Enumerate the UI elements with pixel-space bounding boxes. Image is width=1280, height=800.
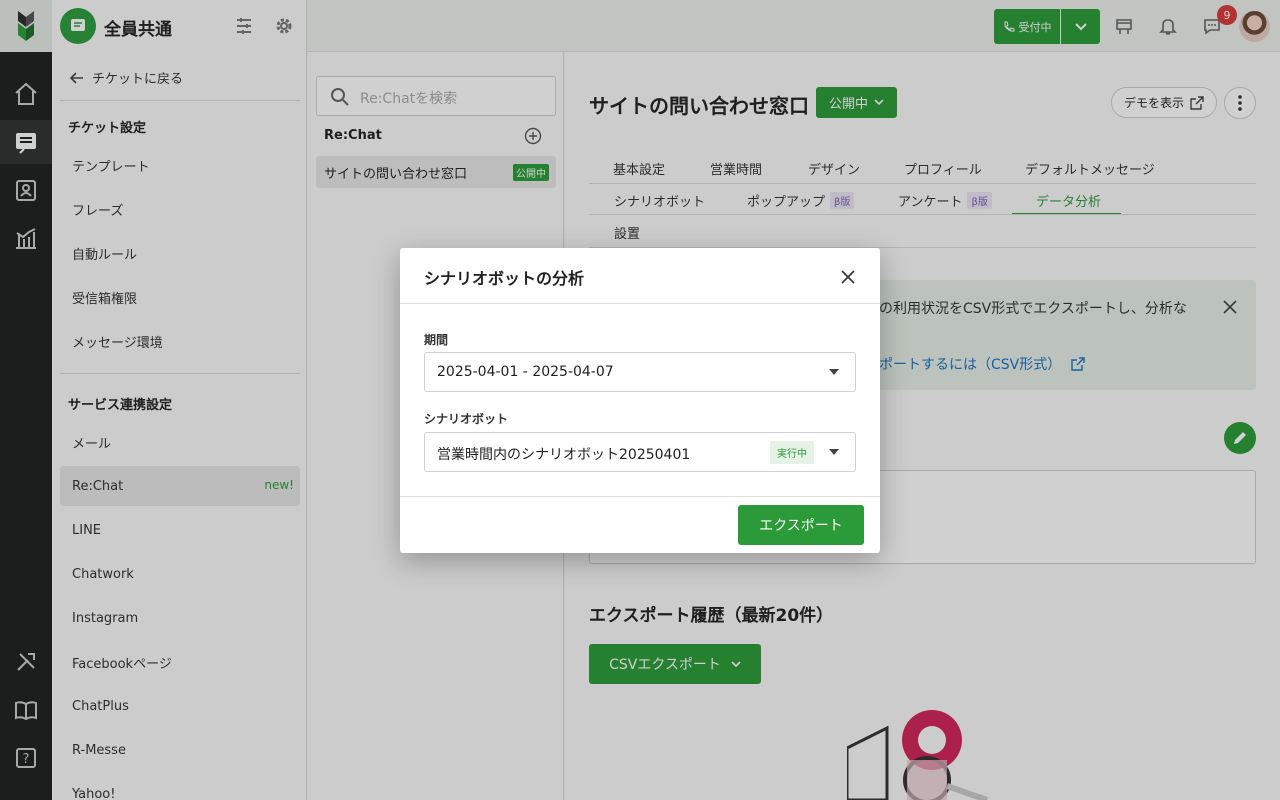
period-value: 2025-04-01 - 2025-04-07 xyxy=(437,364,614,380)
close-icon xyxy=(841,270,855,284)
dialog-close-button[interactable] xyxy=(837,266,859,288)
caret-down-icon xyxy=(829,449,839,455)
divider xyxy=(400,496,880,497)
period-select[interactable]: 2025-04-01 - 2025-04-07 xyxy=(424,352,856,392)
bot-value: 営業時間内のシナリオボット20250401 xyxy=(437,447,691,463)
period-label: 期間 xyxy=(424,333,449,347)
caret-down-icon xyxy=(829,369,839,375)
divider xyxy=(400,303,880,304)
running-status-badge: 実行中 xyxy=(770,441,814,464)
bot-label: シナリオボット xyxy=(424,412,509,426)
scenario-bot-analysis-dialog: シナリオボットの分析 期間 2025-04-01 - 2025-04-07 シナ… xyxy=(400,248,880,553)
scenario-bot-select[interactable]: 営業時間内のシナリオボット20250401 実行中 xyxy=(424,432,856,472)
dialog-title: シナリオボットの分析 xyxy=(424,269,585,288)
export-button[interactable]: エクスポート xyxy=(738,505,864,545)
